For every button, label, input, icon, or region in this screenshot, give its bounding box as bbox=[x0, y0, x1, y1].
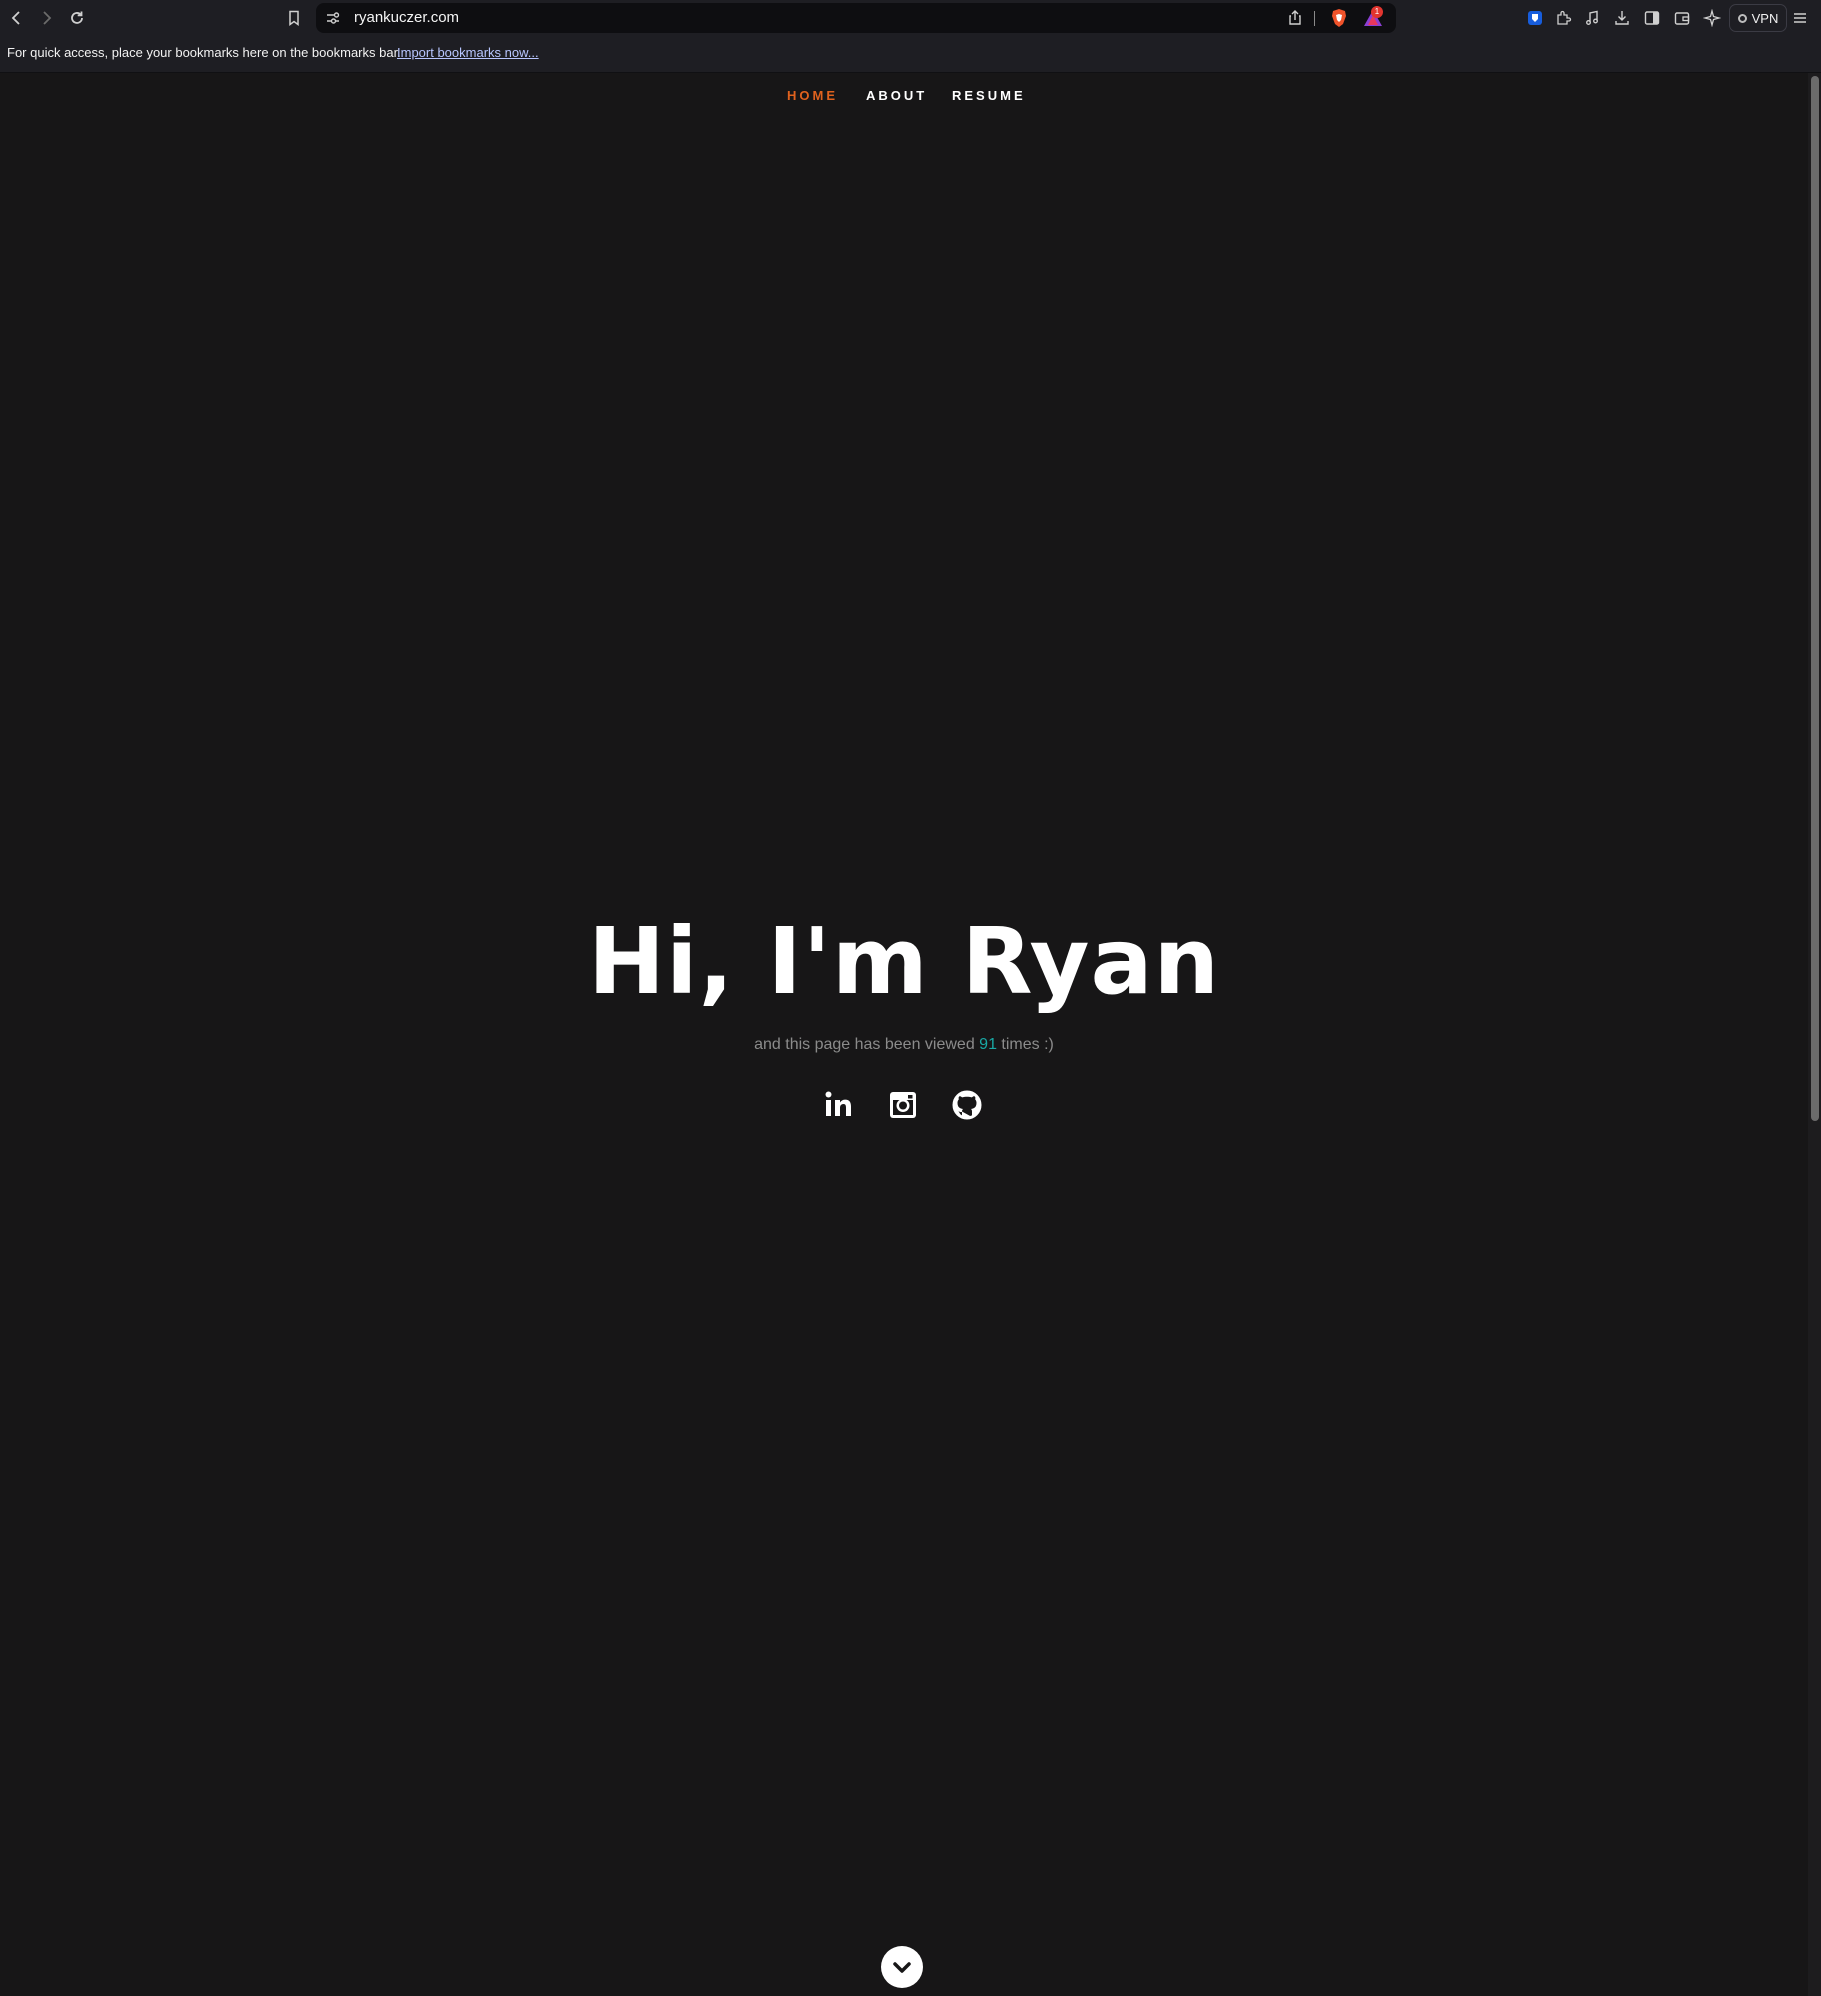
vpn-status-icon bbox=[1737, 13, 1747, 23]
wallet-button[interactable] bbox=[1670, 6, 1694, 30]
media-button[interactable] bbox=[1580, 6, 1604, 30]
site-settings-icon[interactable] bbox=[324, 9, 342, 27]
subtitle-text-after: times :) bbox=[1001, 1036, 1054, 1053]
address-bar[interactable]: ryankuczer.com 1 bbox=[316, 3, 1396, 33]
vpn-button[interactable]: VPN bbox=[1729, 4, 1787, 32]
nav-home[interactable]: HOME bbox=[787, 88, 838, 103]
scroll-down-button[interactable] bbox=[881, 1946, 923, 1988]
reload-icon bbox=[71, 11, 83, 24]
github-link[interactable] bbox=[950, 1088, 984, 1122]
menu-button[interactable] bbox=[1788, 6, 1812, 30]
bookmark-icon bbox=[289, 10, 299, 26]
browser-toolbar: ryankuczer.com 1 VPN bbox=[0, 0, 1821, 36]
bitwarden-icon bbox=[1528, 11, 1542, 25]
puzzle-icon bbox=[1557, 10, 1572, 25]
bookmarks-bar-message: For quick access, place your bookmarks h… bbox=[7, 45, 401, 60]
leo-ai-button[interactable] bbox=[1700, 6, 1724, 30]
hamburger-menu-icon bbox=[1794, 13, 1806, 23]
bookmark-button[interactable] bbox=[282, 6, 306, 30]
vpn-label: VPN bbox=[1751, 10, 1779, 26]
nav-resume[interactable]: RESUME bbox=[952, 88, 1026, 103]
chevron-left-icon bbox=[11, 11, 20, 25]
hero-subtitle: and this page has been viewed 91 times :… bbox=[0, 1036, 1808, 1054]
sparkle-icon bbox=[1703, 9, 1721, 27]
download-icon bbox=[1615, 11, 1629, 25]
url-text[interactable]: ryankuczer.com bbox=[354, 3, 459, 33]
linkedin-link[interactable] bbox=[822, 1088, 856, 1122]
import-bookmarks-link[interactable]: Import bookmarks now... bbox=[397, 36, 539, 69]
chevron-down-icon bbox=[893, 1962, 911, 1973]
page-scrollbar[interactable] bbox=[1808, 73, 1821, 1996]
brave-shields-icon[interactable] bbox=[1329, 8, 1349, 28]
social-links bbox=[0, 1088, 1808, 1124]
instagram-link[interactable] bbox=[886, 1088, 920, 1122]
view-count: 91 bbox=[979, 1036, 997, 1053]
github-icon bbox=[952, 1090, 982, 1120]
bitwarden-extension[interactable] bbox=[1523, 6, 1547, 30]
hero-title: Hi, I'm Ryan bbox=[587, 908, 1221, 1015]
wallet-icon bbox=[1674, 12, 1690, 25]
chevron-right-icon bbox=[43, 11, 52, 25]
divider bbox=[1314, 11, 1315, 26]
nav-about[interactable]: ABOUT bbox=[866, 88, 927, 103]
page-viewport bbox=[0, 73, 1808, 1996]
subtitle-text-before: and this page has been viewed bbox=[754, 1036, 975, 1053]
music-note-icon bbox=[1586, 10, 1598, 25]
instagram-icon bbox=[890, 1092, 916, 1118]
share-icon[interactable] bbox=[1286, 9, 1304, 27]
linkedin-icon bbox=[825, 1091, 851, 1116]
extensions-button[interactable] bbox=[1551, 6, 1575, 30]
reload-button[interactable] bbox=[65, 6, 89, 30]
back-button[interactable] bbox=[5, 6, 29, 30]
downloads-button[interactable] bbox=[1610, 6, 1634, 30]
scrollbar-thumb[interactable] bbox=[1811, 76, 1819, 1121]
rewards-badge: 1 bbox=[1371, 6, 1383, 18]
bookmarks-bar: For quick access, place your bookmarks h… bbox=[0, 36, 1821, 73]
forward-button[interactable] bbox=[34, 6, 58, 30]
sidebar-button[interactable] bbox=[1640, 6, 1664, 30]
sidebar-icon bbox=[1644, 11, 1660, 25]
